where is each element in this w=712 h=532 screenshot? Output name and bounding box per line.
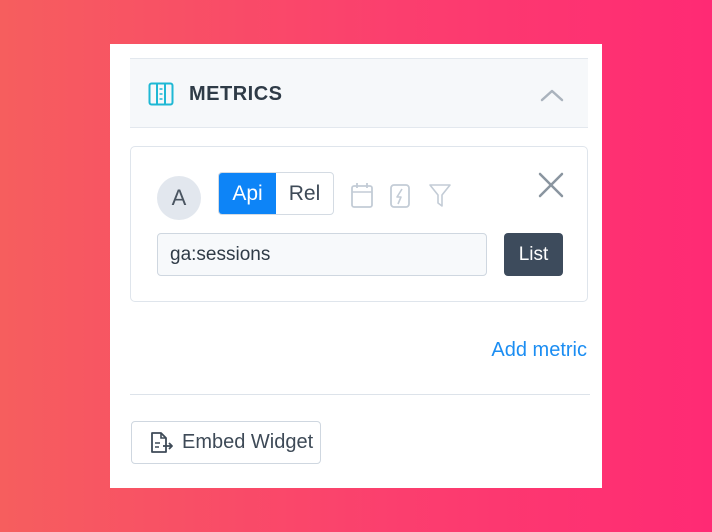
calendar-icon[interactable] bbox=[350, 180, 374, 210]
embed-widget-label: Embed Widget bbox=[182, 431, 314, 453]
columns-icon bbox=[148, 82, 174, 106]
embed-document-icon bbox=[151, 431, 173, 453]
list-button[interactable]: List bbox=[504, 233, 563, 276]
chevron-up-icon[interactable] bbox=[538, 85, 566, 105]
mode-option-rel[interactable]: Rel bbox=[276, 173, 333, 214]
mode-toggle[interactable]: Api Rel bbox=[218, 172, 334, 215]
section-title: METRICS bbox=[189, 83, 283, 105]
mode-option-api[interactable]: Api bbox=[219, 173, 276, 214]
metric-input[interactable] bbox=[157, 233, 487, 276]
embed-widget-button[interactable]: Embed Widget bbox=[131, 421, 321, 464]
close-icon[interactable] bbox=[537, 171, 565, 199]
divider bbox=[130, 394, 590, 395]
metrics-section-header[interactable]: METRICS bbox=[130, 58, 588, 128]
metric-card: A Api Rel List bbox=[130, 146, 588, 302]
add-metric-link[interactable]: Add metric bbox=[491, 339, 587, 362]
filter-icon[interactable] bbox=[428, 180, 452, 210]
metric-avatar: A bbox=[157, 176, 201, 220]
lightning-icon[interactable] bbox=[388, 180, 412, 210]
widget-editor-panel: METRICS A Api Rel List Add m bbox=[110, 44, 602, 488]
